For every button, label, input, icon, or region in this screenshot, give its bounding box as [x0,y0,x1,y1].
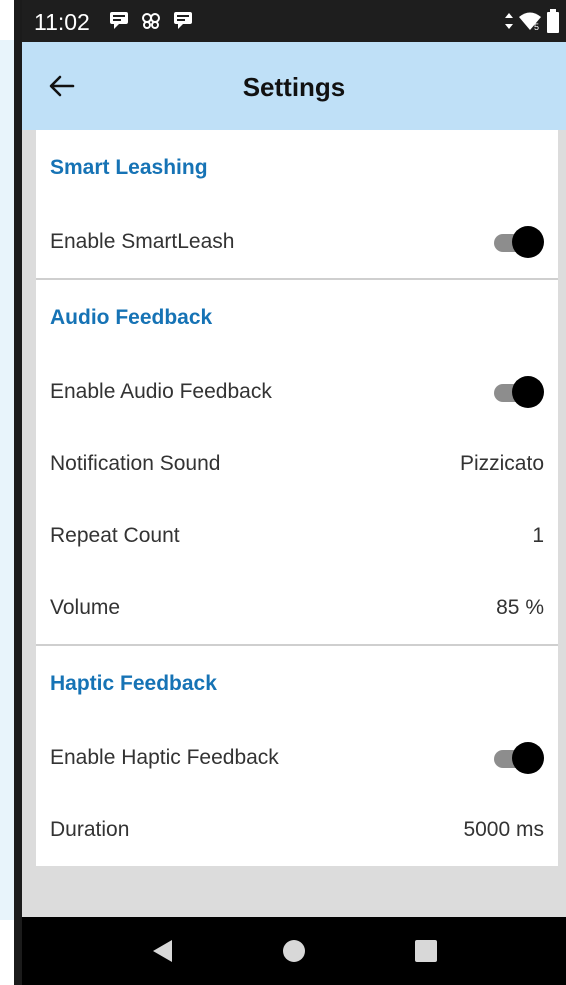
row-enable-audio-feedback[interactable]: Enable Audio Feedback [36,356,558,428]
cloud-icon [140,9,162,31]
haptic-feedback-toggle[interactable] [492,741,544,775]
row-label: Notification Sound [50,452,221,475]
toggle-thumb [512,226,544,258]
row-label: Enable Haptic Feedback [50,746,279,769]
section-header-audio-feedback: Audio Feedback [50,306,213,329]
svg-text:5: 5 [534,22,539,32]
adjacent-window-edge [0,0,22,985]
nav-home-button[interactable] [280,937,308,965]
section-header-haptic-feedback: Haptic Feedback [50,672,217,695]
audio-feedback-toggle[interactable] [492,375,544,409]
wifi-icon: 5 [518,10,542,37]
toggle-thumb [512,742,544,774]
data-arrows-icon [504,10,514,37]
home-circle-icon [283,940,305,962]
battery-icon [546,8,560,39]
status-bar: 11:02 5 [22,0,566,42]
row-label: Enable SmartLeash [50,230,235,253]
row-volume[interactable]: Volume 85 % [36,572,558,644]
duration-value: 5000 ms [463,818,544,841]
messenger-icon [172,9,194,31]
navigation-bar [22,917,566,985]
row-duration[interactable]: Duration 5000 ms [36,794,558,866]
status-right-icons: 5 [504,8,560,39]
status-time: 11:02 [34,9,90,35]
adjacent-window-panel [0,40,14,920]
row-repeat-count[interactable]: Repeat Count 1 [36,500,558,572]
row-label: Volume [50,596,121,619]
phone-screen: 11:02 5 Settings Smart Leashing Enable S… [22,0,566,985]
row-label: Duration [50,818,130,841]
section-haptic-feedback: Haptic Feedback Enable Haptic Feedback D… [36,646,558,866]
recents-square-icon [415,940,437,962]
nav-recents-button[interactable] [412,937,440,965]
nav-back-button[interactable] [148,937,176,965]
notification-icons [108,9,194,31]
section-audio-feedback: Audio Feedback Enable Audio Feedback Not… [36,280,558,646]
section-header-smart-leashing: Smart Leashing [50,156,208,179]
row-notification-sound[interactable]: Notification Sound Pizzicato [36,428,558,500]
settings-list: Smart Leashing Enable SmartLeash Audio F… [36,130,558,866]
row-label: Enable Audio Feedback [50,380,272,403]
notification-sound-value: Pizzicato [459,452,544,475]
messenger-icon [108,9,130,31]
toggle-thumb [512,376,544,408]
smartleash-toggle[interactable] [492,225,544,259]
row-label: Repeat Count [50,524,180,547]
volume-value: 85 % [496,596,544,619]
back-triangle-icon [153,940,172,962]
row-enable-smartleash[interactable]: Enable SmartLeash [36,206,558,278]
page-title: Settings [242,72,346,102]
repeat-count-value: 1 [532,524,544,547]
app-bar: Settings [22,42,566,130]
section-smart-leashing: Smart Leashing Enable SmartLeash [36,130,558,280]
row-enable-haptic-feedback[interactable]: Enable Haptic Feedback [36,722,558,794]
